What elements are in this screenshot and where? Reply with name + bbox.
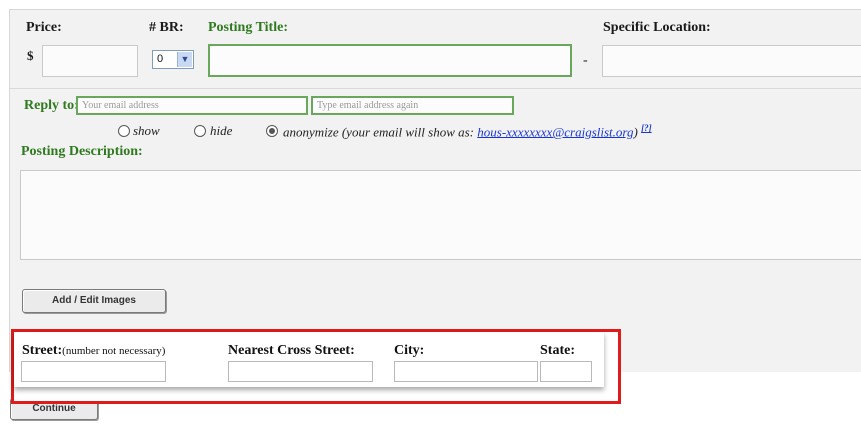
hide-email-radio[interactable] (194, 125, 206, 137)
street-input[interactable] (21, 361, 166, 382)
city-label: City: (394, 343, 425, 358)
anonymize-prefix: anonymize (your email will show as: (283, 124, 478, 140)
posting-title-input[interactable] (208, 44, 572, 77)
section-divider (10, 88, 861, 89)
help-link[interactable]: [?] (641, 123, 652, 133)
anonymize-suffix: ) (633, 124, 638, 140)
email-confirm-input[interactable]: Type email address again (311, 96, 514, 115)
posting-description-textarea[interactable] (20, 170, 861, 260)
specific-location-input[interactable] (602, 45, 861, 77)
anonymize-email-radio[interactable] (266, 125, 278, 137)
posting-title-label: Posting Title: (208, 20, 288, 35)
show-email-radio[interactable] (118, 125, 130, 137)
bedrooms-select-value: 0 (157, 53, 164, 65)
posting-description-label: Posting Description: (21, 144, 143, 159)
specific-location-label: Specific Location: (603, 20, 711, 35)
currency-symbol: $ (27, 48, 34, 63)
price-input[interactable] (42, 45, 138, 77)
cross-street-input[interactable] (228, 361, 373, 382)
state-input[interactable] (540, 361, 592, 382)
hide-email-label: hide (210, 123, 233, 138)
show-email-label: show (133, 123, 160, 138)
street-label-text: Street: (22, 343, 63, 358)
cross-street-label: Nearest Cross Street: (228, 343, 355, 358)
add-edit-images-button[interactable]: Add / Edit Images (22, 289, 166, 313)
street-note: (number not necessary) (62, 345, 166, 357)
anon-email-link[interactable]: hous-xxxxxxxx@craigslist.org (477, 124, 633, 139)
reply-to-label: Reply to: (24, 98, 79, 113)
anonymize-email-label: anonymize (your email will show as: hous… (283, 123, 652, 140)
email-input[interactable]: Your email address (76, 96, 308, 115)
title-location-separator: - (583, 53, 588, 68)
price-label: Price: (26, 20, 62, 35)
state-label: State: (540, 343, 575, 358)
br-label: # BR: (149, 20, 184, 35)
street-label: Street:(number not necessary) (22, 343, 165, 359)
bedrooms-select[interactable]: 0 ▼ (152, 50, 194, 69)
city-input[interactable] (394, 361, 538, 382)
chevron-down-icon[interactable]: ▼ (177, 52, 192, 67)
